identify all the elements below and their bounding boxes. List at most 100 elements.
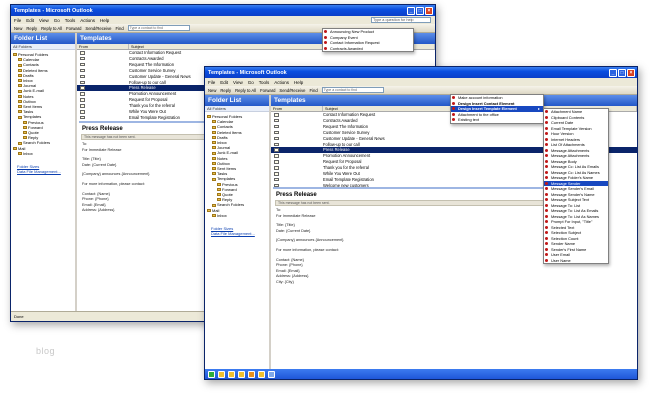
field-icon	[545, 148, 548, 152]
field-icon	[545, 231, 548, 235]
start-icon[interactable]	[208, 370, 215, 378]
new-button[interactable]: New	[14, 26, 22, 31]
folder-icon	[13, 146, 17, 150]
envelope-icon	[274, 124, 279, 129]
menu-edit[interactable]: Edit	[26, 18, 34, 23]
inbox-icon	[212, 141, 216, 145]
reply-all-button[interactable]: Reply to All	[41, 26, 62, 31]
bullet-icon	[452, 96, 455, 100]
menu-tools[interactable]: Tools	[65, 18, 76, 23]
envelope-icon	[274, 142, 279, 147]
data-file-management-link[interactable]: Data File Management...	[211, 231, 255, 236]
close-button[interactable]: ×	[425, 6, 433, 15]
journal-icon	[18, 84, 22, 88]
folder-icon	[212, 167, 216, 171]
menu-view[interactable]: View	[39, 18, 49, 23]
forward-button[interactable]: Forward	[260, 88, 275, 93]
folder-icon	[18, 73, 22, 77]
folder-icon	[212, 135, 216, 139]
watermark: blog	[36, 346, 56, 356]
folder-icon[interactable]	[258, 370, 265, 378]
minimize-button[interactable]: _	[407, 6, 415, 15]
calendar-icon[interactable]	[228, 370, 235, 378]
inbox-icon	[212, 213, 216, 217]
window-title: Templates - Microsoft Outlook	[14, 7, 93, 14]
tasks-icon[interactable]	[248, 370, 255, 378]
field-icon	[545, 258, 548, 262]
template-icon	[324, 30, 327, 34]
folder-icon	[207, 115, 211, 119]
menu-item[interactable]: User Name	[544, 258, 608, 264]
envelope-icon	[80, 110, 85, 114]
folder-tree: Personal Folders Calendar Contacts Delet…	[205, 112, 269, 236]
menu-tools[interactable]: Tools	[259, 80, 270, 85]
menu-help[interactable]: Help	[294, 80, 303, 85]
field-icon	[545, 132, 548, 136]
folder-tree: Personal Folders Calendar Contacts Delet…	[11, 50, 75, 174]
template-icon	[324, 41, 327, 45]
contacts-icon[interactable]	[238, 370, 245, 378]
shortcut-icon[interactable]	[268, 370, 275, 378]
folder-icon	[217, 198, 221, 202]
maximize-button[interactable]: □	[416, 6, 424, 15]
submenu-arrow-icon: ▸	[538, 106, 540, 111]
find-button[interactable]: Find	[116, 26, 124, 31]
reply-button[interactable]: Reply	[220, 88, 231, 93]
folder-pane: Folder List All Folders Personal Folders…	[11, 33, 77, 311]
envelope-icon	[274, 148, 279, 152]
menu-actions[interactable]: Actions	[274, 80, 289, 85]
contact-search-input[interactable]: Type a contact to find	[127, 25, 190, 31]
menu-help[interactable]: Help	[100, 18, 109, 23]
envelope-icon	[80, 62, 85, 67]
menu-item[interactable]: Contracts Awarded	[323, 46, 413, 52]
template-icon	[324, 46, 327, 50]
column-from[interactable]: From	[77, 44, 129, 49]
folder-pane: Folder List All Folders Personal Folders…	[205, 95, 271, 369]
mail-icon[interactable]	[218, 370, 225, 378]
window-title: Templates - Microsoft Outlook	[208, 69, 287, 76]
field-icon	[545, 159, 548, 163]
field-icon	[545, 110, 548, 114]
folder-icon	[207, 208, 211, 212]
minimize-button[interactable]: _	[609, 68, 617, 77]
new-button[interactable]: New	[208, 88, 216, 93]
forward-button[interactable]: Forward	[66, 26, 81, 31]
envelope-icon	[274, 177, 279, 182]
reply-all-button[interactable]: Reply to All	[235, 88, 256, 93]
envelope-icon	[80, 92, 85, 96]
menu-view[interactable]: View	[233, 80, 243, 85]
close-button[interactable]: ×	[627, 68, 635, 77]
envelope-icon	[80, 104, 85, 108]
find-button[interactable]: Find	[310, 88, 318, 93]
search-folder-icon	[18, 141, 22, 145]
title-bar: Templates - Microsoft Outlook _ □ ×	[205, 67, 637, 78]
menu-file[interactable]: File	[14, 18, 21, 23]
field-icon	[545, 247, 548, 251]
menu-file[interactable]: File	[208, 80, 215, 85]
field-icon	[545, 209, 548, 213]
folder-icon	[13, 53, 17, 57]
data-file-management-link[interactable]: Data File Management...	[17, 169, 61, 174]
folder-icon	[217, 193, 221, 197]
contact-search-input[interactable]: Type a contact to find	[321, 87, 384, 93]
field-icon	[545, 176, 548, 180]
menu-edit[interactable]: Edit	[220, 80, 228, 85]
menu-item[interactable]: Existing text	[451, 117, 543, 123]
send-receive-button[interactable]: Send/Receive	[85, 26, 111, 31]
envelope-icon	[80, 80, 85, 85]
ask-question-input[interactable]: Type a question for help	[371, 17, 431, 23]
reply-button[interactable]: Reply	[26, 26, 37, 31]
send-receive-button[interactable]: Send/Receive	[279, 88, 305, 93]
menu-go[interactable]: Go	[54, 18, 60, 23]
contacts-icon	[18, 63, 22, 67]
folder-icon	[23, 125, 27, 129]
column-from[interactable]: From	[271, 106, 323, 111]
menu-actions[interactable]: Actions	[80, 18, 95, 23]
field-icon	[545, 154, 548, 158]
menu-go[interactable]: Go	[248, 80, 254, 85]
template-fields-menu: Attachment Name Clipboard Contents Curre…	[543, 108, 609, 264]
title-bar: Templates - Microsoft Outlook _ □ ×	[11, 5, 435, 16]
folder-icon	[23, 131, 27, 135]
maximize-button[interactable]: □	[618, 68, 626, 77]
envelope-icon	[274, 118, 279, 123]
